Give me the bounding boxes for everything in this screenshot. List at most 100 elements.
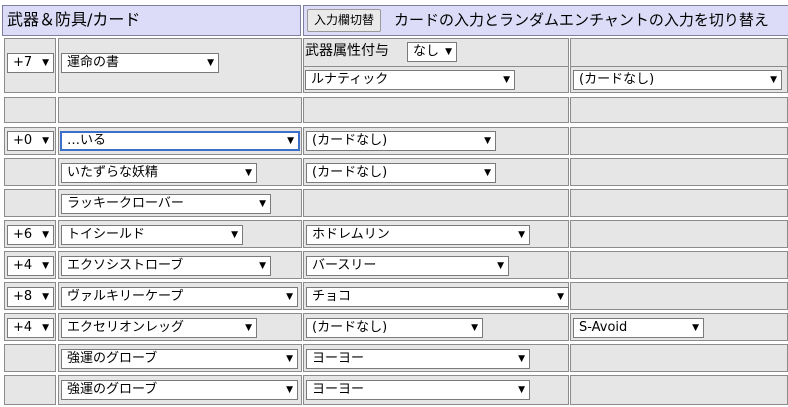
equipment-row-refine-cell — [4, 189, 56, 217]
card-value: ヨーヨー — [312, 351, 365, 366]
enchant-select[interactable]: S-Avoid ▼ — [573, 318, 704, 338]
item-value: エクソシストローブ — [67, 258, 184, 273]
chevron-down-icon: ▼ — [207, 58, 214, 68]
empty-cell — [303, 97, 569, 123]
card-select[interactable]: (カードなし) ▼ — [306, 131, 496, 151]
card-select[interactable]: ヨーヨー ▼ — [306, 349, 530, 369]
chevron-down-icon: ▼ — [245, 323, 252, 333]
refine-select[interactable]: +4 ▼ — [7, 318, 54, 338]
equipment-row-card-cell: ヨーヨー ▼ — [303, 375, 569, 405]
weapon-refine-select[interactable]: +7 ▼ — [7, 53, 54, 73]
card-value: (カードなし) — [312, 165, 388, 180]
chevron-down-icon: ▼ — [770, 75, 777, 85]
equipment-row-card-cell: (カードなし) ▼ — [303, 127, 569, 155]
weapon-card1-select[interactable]: ルナティック ▼ — [305, 70, 515, 90]
weapon-card2-select[interactable]: (カードなし) ▼ — [573, 70, 782, 90]
item-select[interactable]: いたずらな妖精 ▼ — [61, 163, 257, 183]
empty-cell — [570, 97, 788, 123]
divider — [570, 66, 788, 67]
item-select[interactable]: エクソシストローブ ▼ — [61, 256, 271, 276]
equipment-row-extra-cell — [570, 220, 788, 248]
item-value: 強運のグローブ — [67, 351, 158, 366]
chevron-down-icon: ▼ — [692, 323, 699, 333]
card-value: チョコ — [312, 289, 352, 304]
input-toggle-button[interactable]: 入力欄切替 — [307, 9, 382, 32]
equipment-row-item-cell: 強運のグローブ ▼ — [58, 344, 302, 372]
chevron-down-icon: ▼ — [445, 47, 452, 57]
item-select[interactable]: ラッキークローバー ▼ — [61, 194, 271, 214]
chevron-down-icon: ▼ — [518, 385, 525, 395]
item-select[interactable]: 強運のグローブ ▼ — [61, 380, 298, 400]
refine-value: +0 — [13, 133, 33, 148]
chevron-down-icon: ▼ — [287, 136, 294, 146]
equipment-row-refine-cell — [4, 158, 56, 186]
weapon-name-cell: 運命の書 ▼ — [58, 38, 302, 93]
equipment-row-item-cell: 強運のグローブ ▼ — [58, 375, 302, 405]
weapon-card2-value: (カードなし) — [579, 72, 655, 87]
chevron-down-icon: ▼ — [518, 230, 525, 240]
chevron-down-icon: ▼ — [259, 199, 266, 209]
chevron-down-icon: ▼ — [42, 58, 49, 68]
item-value: ラッキークローバー — [67, 196, 184, 211]
chevron-down-icon: ▼ — [42, 136, 49, 146]
equipment-row-item-cell: エクソシストローブ ▼ — [58, 251, 302, 279]
chevron-down-icon: ▼ — [286, 385, 293, 395]
card-value: ホドレムリン — [312, 227, 390, 242]
card-select[interactable]: (カードなし) ▼ — [306, 318, 483, 338]
chevron-down-icon: ▼ — [518, 354, 525, 364]
equipment-row-card-cell: ヨーヨー ▼ — [303, 344, 569, 372]
equipment-row-extra-cell — [570, 251, 788, 279]
equipment-row-item-cell: ヴァルキリーケープ ▼ — [58, 282, 302, 310]
equipment-row-refine-cell — [4, 344, 56, 372]
equipment-row-item-cell: …いる ▼ — [58, 127, 302, 155]
weapon-name-value: 運命の書 — [67, 55, 120, 70]
chevron-down-icon: ▼ — [42, 292, 49, 302]
weapon-select[interactable]: 運命の書 ▼ — [61, 53, 219, 73]
equipment-row-extra-cell: S-Avoid ▼ — [570, 313, 788, 341]
refine-value: +4 — [13, 320, 33, 335]
equipment-row-extra-cell — [570, 158, 788, 186]
equipment-row-item-cell: いたずらな妖精 ▼ — [58, 158, 302, 186]
refine-select[interactable]: +4 ▼ — [7, 256, 54, 276]
enchant-value: S-Avoid — [579, 320, 628, 335]
chevron-down-icon: ▼ — [497, 261, 504, 271]
equipment-row-refine-cell: +4 ▼ — [4, 313, 56, 341]
refine-value: +4 — [13, 258, 33, 273]
equipment-row-card-cell — [303, 189, 569, 217]
item-select[interactable]: エクセリオンレッグ ▼ — [61, 318, 257, 338]
item-select[interactable]: 強運のグローブ ▼ — [61, 349, 298, 369]
chevron-down-icon: ▼ — [557, 292, 564, 302]
equipment-row-card-cell: (カードなし) ▼ — [303, 313, 569, 341]
attribute-select[interactable]: なし ▼ — [407, 42, 457, 62]
equipment-row-refine-cell: +6 ▼ — [4, 220, 56, 248]
card-select[interactable]: チョコ ▼ — [306, 287, 569, 307]
weapon-refine-cell: +7 ▼ — [4, 38, 56, 93]
equipment-row-card-cell: (カードなし) ▼ — [303, 158, 569, 186]
item-select[interactable]: …いる ▼ — [60, 131, 300, 151]
chevron-down-icon: ▼ — [245, 168, 252, 178]
item-value: エクセリオンレッグ — [67, 320, 185, 335]
item-select[interactable]: トイシールド ▼ — [61, 225, 243, 245]
equipment-row-refine-cell: +8 ▼ — [4, 282, 56, 310]
equipment-row-item-cell: ラッキークローバー ▼ — [58, 189, 302, 217]
refine-select[interactable]: +8 ▼ — [7, 287, 54, 307]
refine-select[interactable]: +0 ▼ — [7, 131, 54, 151]
item-value: 強運のグローブ — [67, 382, 158, 397]
weapon-card1-value: ルナティック — [311, 72, 389, 87]
chevron-down-icon: ▼ — [286, 292, 293, 302]
card-select[interactable]: ヨーヨー ▼ — [306, 380, 530, 400]
card-select[interactable]: (カードなし) ▼ — [306, 163, 496, 183]
chevron-down-icon: ▼ — [42, 323, 49, 333]
refine-select[interactable]: +6 ▼ — [7, 225, 54, 245]
equipment-row-card-cell: バースリー ▼ — [303, 251, 569, 279]
equipment-row-item-cell: エクセリオンレッグ ▼ — [58, 313, 302, 341]
equipment-row-extra-cell — [570, 282, 788, 310]
empty-cell — [58, 97, 302, 123]
card-value: ヨーヨー — [312, 382, 365, 397]
chevron-down-icon: ▼ — [484, 168, 491, 178]
equipment-row-extra-cell — [570, 344, 788, 372]
item-select[interactable]: ヴァルキリーケープ ▼ — [61, 287, 298, 307]
card-select[interactable]: ホドレムリン ▼ — [306, 225, 530, 245]
card-select[interactable]: バースリー ▼ — [306, 256, 509, 276]
chevron-down-icon: ▼ — [503, 75, 510, 85]
